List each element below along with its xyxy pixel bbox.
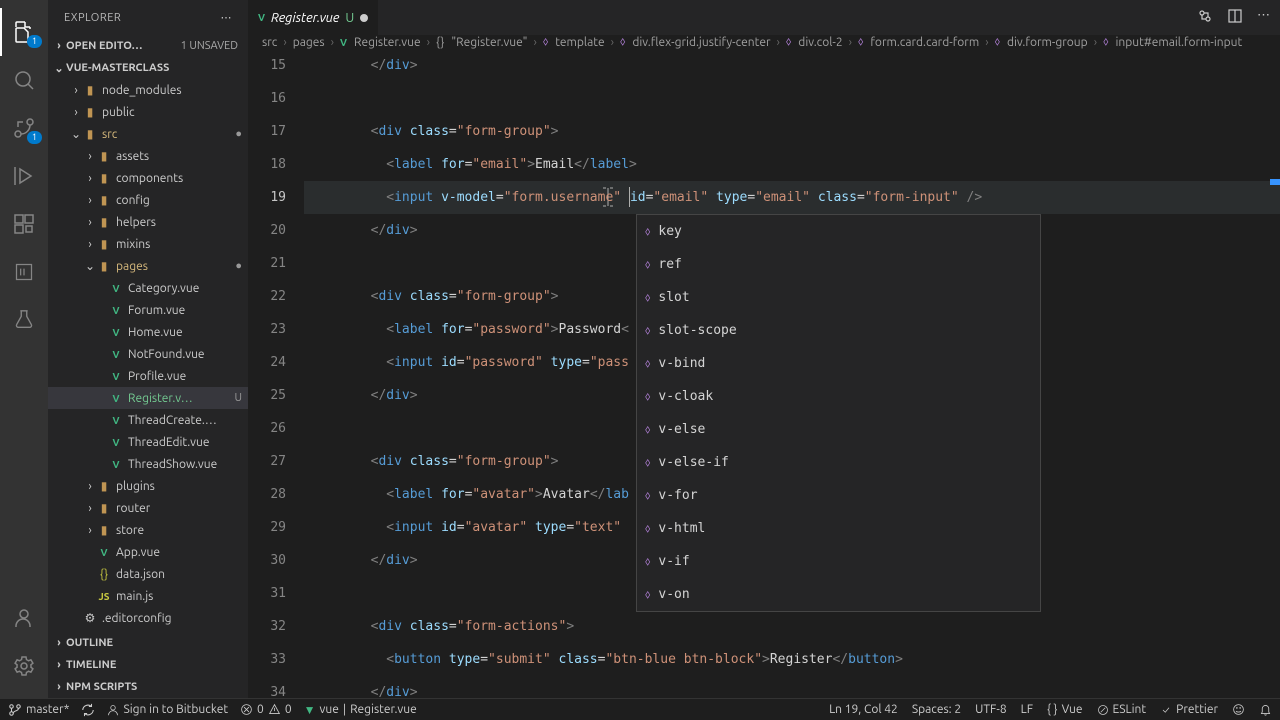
ac-item[interactable]: ⬨ref [637, 248, 1040, 281]
file-tree: ›▮node_modules ›▮public ⌄▮src● ›▮assets … [48, 79, 248, 632]
tree-file[interactable]: VApp.vue [48, 541, 248, 563]
tab-label: Register.vue [271, 11, 339, 25]
minimap[interactable] [1262, 49, 1280, 709]
tab-bar: V Register.vue U ⋯ [248, 0, 1280, 35]
source-control-icon[interactable]: 1 [0, 104, 48, 152]
modified-icon [360, 14, 368, 22]
npm-scripts-header[interactable]: ›NPM SCRIPTS [48, 676, 248, 698]
tree-file[interactable]: VThreadCreate.… [48, 409, 248, 431]
sidebar: EXPLORER ⋯ ›OPEN EDITO… 1 UNSAVED ⌄VUE-M… [48, 0, 248, 698]
ac-item[interactable]: ⬨slot [637, 281, 1040, 314]
search-icon[interactable] [0, 56, 48, 104]
ac-item[interactable]: ⬨v-html [637, 512, 1040, 545]
sync-icon[interactable] [81, 703, 95, 717]
outline-header[interactable]: ›OUTLINE [48, 632, 248, 654]
tab-active[interactable]: V Register.vue U [248, 0, 379, 35]
tree-folder[interactable]: ›▮router [48, 497, 248, 519]
scm-badge: 1 [27, 131, 42, 144]
tree-file[interactable]: VThreadEdit.vue [48, 431, 248, 453]
explorer-badge: 1 [27, 35, 42, 48]
branch-status[interactable]: master* [8, 703, 69, 717]
tree-folder[interactable]: ›▮assets [48, 145, 248, 167]
tree-file[interactable]: VNotFound.vue [48, 343, 248, 365]
ac-item[interactable]: ⬨v-if [637, 545, 1040, 578]
sidebar-title: EXPLORER ⋯ [48, 0, 248, 35]
debug-icon[interactable] [0, 152, 48, 200]
open-editors-header[interactable]: ›OPEN EDITO… 1 UNSAVED [48, 35, 248, 57]
tree-file[interactable]: VCategory.vue [48, 277, 248, 299]
tree-folder[interactable]: ⌄▮src● [48, 123, 248, 145]
editor: V Register.vue U ⋯ src› pages› VRegister… [248, 0, 1280, 698]
workspace-header[interactable]: ⌄VUE-MASTERCLASS [48, 57, 248, 79]
npm-icon[interactable] [0, 248, 48, 296]
more-icon[interactable]: ⋯ [221, 11, 233, 24]
breadcrumbs[interactable]: src› pages› VRegister.vue› {}"Register.v… [248, 35, 1280, 49]
tree-file[interactable]: VHome.vue [48, 321, 248, 343]
tab-status: U [345, 11, 354, 25]
diff-icon[interactable] [1197, 8, 1213, 27]
activity-bar: 1 1 [0, 0, 48, 698]
ac-item[interactable]: ⬨v-else [637, 413, 1040, 446]
tree-file[interactable]: JSmain.js [48, 585, 248, 607]
ac-item[interactable]: ⬨v-for [637, 479, 1040, 512]
tree-folder[interactable]: ⌄▮pages● [48, 255, 248, 277]
tree-file[interactable]: VThreadShow.vue [48, 453, 248, 475]
code-editor[interactable]: 1516 1718 1920 2122 2324 2526 2728 2930 … [248, 49, 1280, 709]
tree-file[interactable]: ⚙.editorconfig [48, 607, 248, 629]
tree-folder[interactable]: ›▮public [48, 101, 248, 123]
tree-folder[interactable]: ›▮components [48, 167, 248, 189]
ac-item[interactable]: ⬨v-cloak [637, 380, 1040, 413]
more-icon[interactable]: ⋯ [1257, 8, 1270, 27]
tree-file-active[interactable]: VRegister.v…U [48, 387, 248, 409]
ac-item[interactable]: ⬨key [637, 215, 1040, 248]
split-icon[interactable] [1227, 8, 1243, 27]
signin-status[interactable]: Sign in to Bitbucket [107, 703, 228, 716]
autocomplete-popup[interactable]: ⬨key ⬨ref ⬨slot ⬨slot-scope ⬨v-bind ⬨v-c… [636, 214, 1041, 612]
tree-folder[interactable]: ›▮store [48, 519, 248, 541]
tree-file[interactable]: VForum.vue [48, 299, 248, 321]
ac-item[interactable]: ⬨v-else-if [637, 446, 1040, 479]
settings-icon[interactable] [0, 642, 48, 690]
tree-folder[interactable]: ›▮config [48, 189, 248, 211]
tree-folder[interactable]: ›▮helpers [48, 211, 248, 233]
ac-item[interactable]: ⬨v-bind [637, 347, 1040, 380]
extensions-icon[interactable] [0, 200, 48, 248]
tree-file[interactable]: VProfile.vue [48, 365, 248, 387]
timeline-header[interactable]: ›TIMELINE [48, 654, 248, 676]
account-icon[interactable] [0, 594, 48, 642]
tree-file[interactable]: {}data.json [48, 563, 248, 585]
tree-folder[interactable]: ›▮mixins [48, 233, 248, 255]
tree-folder[interactable]: ›▮plugins [48, 475, 248, 497]
ac-item[interactable]: ⬨slot-scope [637, 314, 1040, 347]
test-icon[interactable] [0, 296, 48, 344]
tree-folder[interactable]: ›▮node_modules [48, 79, 248, 101]
line-gutter: 1516 1718 1920 2122 2324 2526 2728 2930 … [248, 49, 304, 709]
ac-item[interactable]: ⬨v-on [637, 578, 1040, 611]
explorer-icon[interactable]: 1 [0, 8, 48, 56]
